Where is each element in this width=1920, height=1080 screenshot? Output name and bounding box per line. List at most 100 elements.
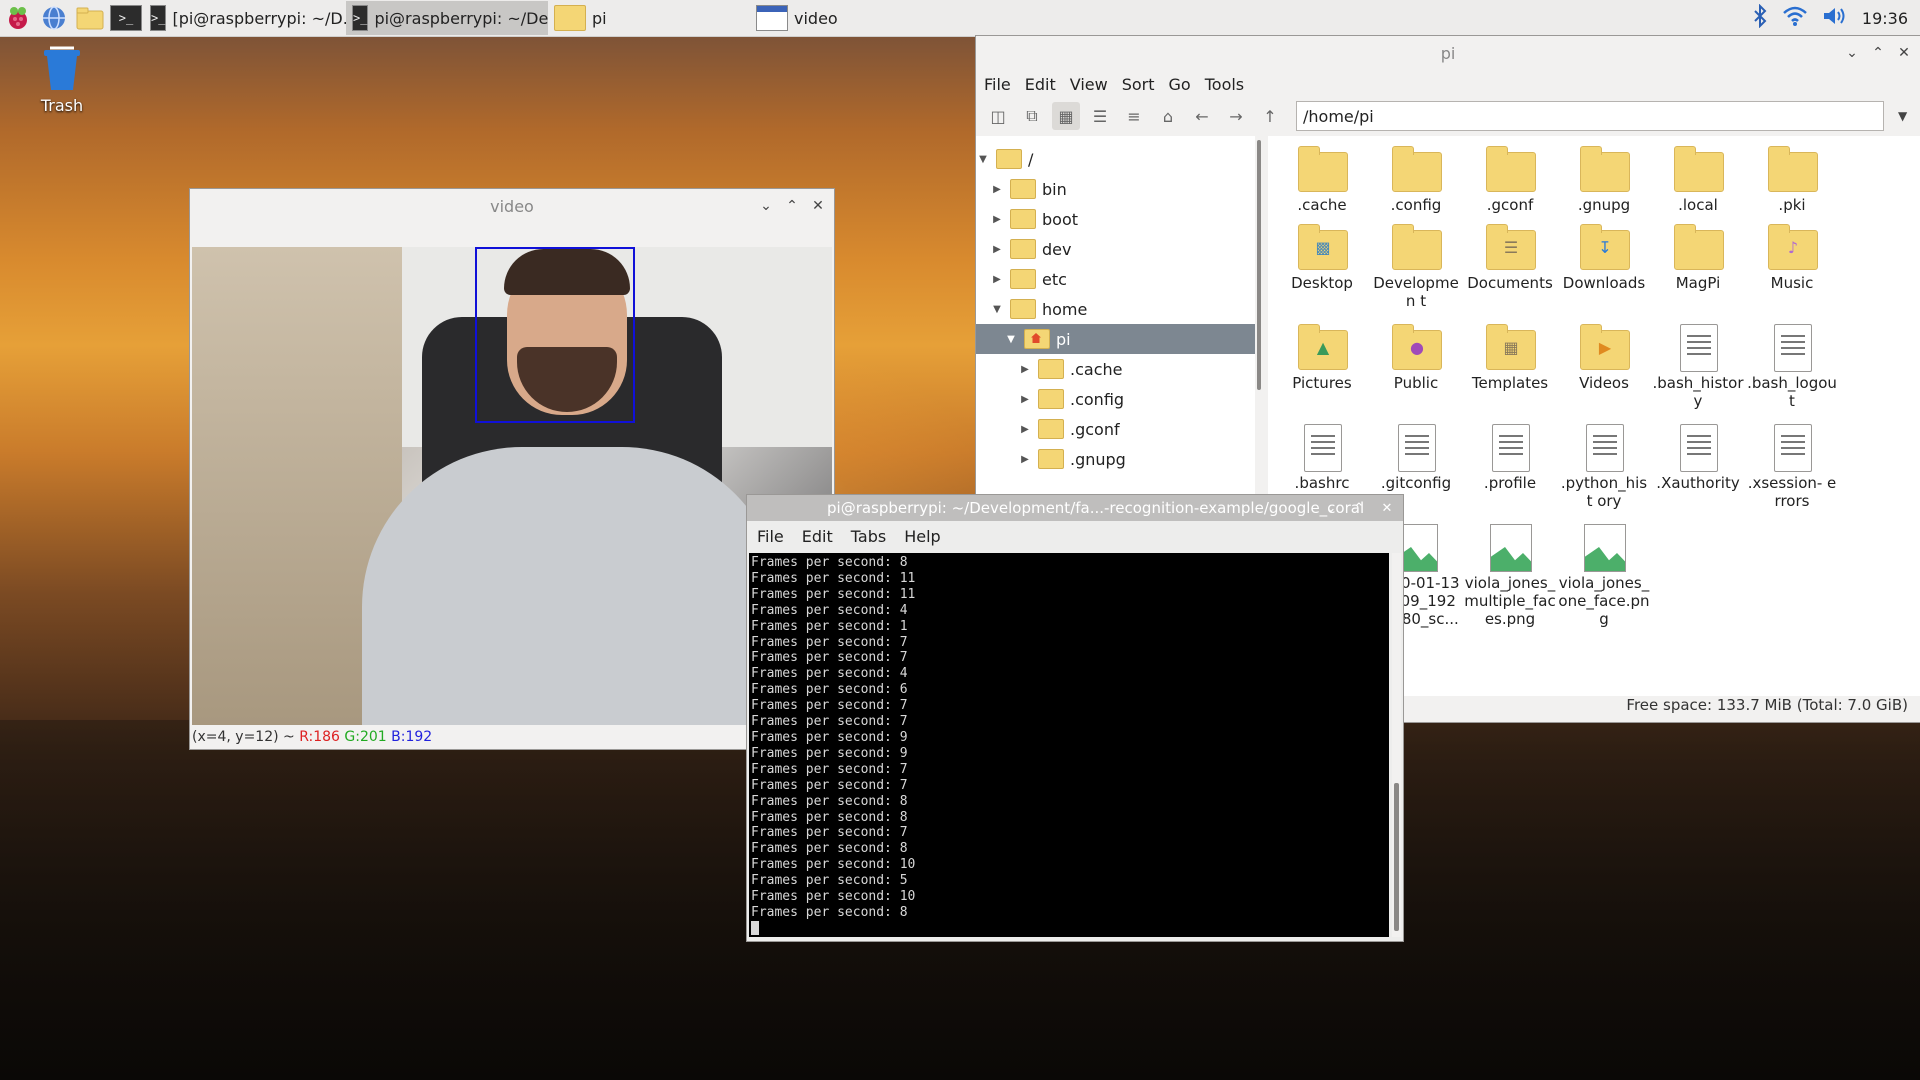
- clock[interactable]: 19:36: [1862, 9, 1908, 28]
- video-titlebar[interactable]: video ⌄ ⌃ ✕: [190, 189, 834, 223]
- menu-edit[interactable]: Edit: [802, 527, 833, 546]
- file-item[interactable]: .gconf: [1464, 146, 1556, 214]
- file-item[interactable]: MagPi: [1652, 224, 1744, 292]
- view-list-icon[interactable]: ≡: [1120, 102, 1148, 130]
- collapsed-icon[interactable]: ▶: [990, 274, 1004, 285]
- file-item[interactable]: ▶ Videos: [1558, 324, 1650, 392]
- file-item[interactable]: ● Public: [1370, 324, 1462, 392]
- menu-tabs[interactable]: Tabs: [851, 527, 886, 546]
- file-item[interactable]: .profile: [1464, 424, 1556, 492]
- menu-file[interactable]: File: [757, 527, 784, 546]
- expanded-icon[interactable]: ▼: [1004, 334, 1018, 345]
- collapsed-icon[interactable]: ▶: [990, 244, 1004, 255]
- minimize-icon[interactable]: ⌄: [1323, 501, 1339, 516]
- file-item[interactable]: viola_jones_ one_face.pn g: [1558, 524, 1650, 628]
- collapsed-icon[interactable]: ▶: [1018, 424, 1032, 435]
- file-item[interactable]: .bash_histor y: [1652, 324, 1744, 410]
- file-item[interactable]: .local: [1652, 146, 1744, 214]
- wifi-icon[interactable]: [1782, 5, 1808, 31]
- tree-item-cache[interactable]: ▶ .cache: [976, 354, 1256, 384]
- file-item[interactable]: .cache: [1276, 146, 1368, 214]
- file-item[interactable]: ☰ Documents: [1464, 224, 1556, 292]
- file-item[interactable]: .bashrc: [1276, 424, 1368, 492]
- terminal-icon[interactable]: >_: [108, 0, 144, 36]
- menu-sort[interactable]: Sort: [1122, 75, 1155, 94]
- volume-icon[interactable]: [1822, 5, 1848, 31]
- menu-go[interactable]: Go: [1169, 75, 1191, 94]
- path-input[interactable]: /home/pi: [1296, 101, 1884, 131]
- tree-item-pi[interactable]: ▼ pi: [976, 324, 1256, 354]
- view-compact-icon[interactable]: ☰: [1086, 102, 1114, 130]
- expanded-icon[interactable]: ▼: [976, 154, 990, 165]
- file-item[interactable]: ▲ Pictures: [1276, 324, 1368, 392]
- menu-tools[interactable]: Tools: [1205, 75, 1244, 94]
- file-item[interactable]: ↧ Downloads: [1558, 224, 1650, 292]
- menu-file[interactable]: File: [984, 75, 1011, 94]
- home-icon[interactable]: ⌂: [1154, 102, 1182, 130]
- scrollbar-thumb[interactable]: [1394, 783, 1399, 931]
- back-icon[interactable]: ←: [1188, 102, 1216, 130]
- file-item[interactable]: .Xauthority: [1652, 424, 1744, 492]
- tree-item-gconf[interactable]: ▶ .gconf: [976, 414, 1256, 444]
- file-item[interactable]: .gitconfig: [1370, 424, 1462, 492]
- tree-item-config[interactable]: ▶ .config: [976, 384, 1256, 414]
- tree-item-home[interactable]: ▼ home: [976, 294, 1256, 324]
- file-item[interactable]: ▩ Desktop: [1276, 224, 1368, 292]
- expanded-icon[interactable]: ▼: [990, 304, 1004, 315]
- tree-item-gnupg[interactable]: ▶ .gnupg: [976, 444, 1256, 474]
- desktop-trash[interactable]: Trash: [30, 44, 94, 115]
- tree-item-root[interactable]: ▼ /: [976, 144, 1256, 174]
- menu-help[interactable]: Help: [904, 527, 940, 546]
- taskbar-item-terminal-2[interactable]: >_ pi@raspberrypi: ~/De...: [346, 1, 548, 35]
- collapsed-icon[interactable]: ▶: [1018, 454, 1032, 465]
- pictures-folder-icon: ▲: [1298, 324, 1348, 370]
- terminal-titlebar[interactable]: pi@raspberrypi: ~/Development/fa...-reco…: [747, 495, 1403, 521]
- file-item[interactable]: ▦ Templates: [1464, 324, 1556, 392]
- menu-view[interactable]: View: [1070, 75, 1108, 94]
- file-item[interactable]: .python_hist ory: [1558, 424, 1650, 510]
- scrollbar-thumb[interactable]: [1257, 140, 1261, 390]
- view-icons-large-icon[interactable]: ⧉: [1018, 102, 1046, 130]
- taskbar-item-video[interactable]: video: [750, 1, 952, 35]
- taskbar-item-terminal-1[interactable]: >_ [pi@raspberrypi: ~/D...: [144, 1, 346, 35]
- chevron-down-icon[interactable]: ▼: [1898, 109, 1907, 123]
- file-item[interactable]: viola_jones_ multiple_fac es.png: [1464, 524, 1556, 628]
- tree-item-boot[interactable]: ▶ boot: [976, 204, 1256, 234]
- file-manager-icon[interactable]: [72, 0, 108, 36]
- maximize-icon[interactable]: ⌃: [784, 198, 800, 214]
- view-icons-icon[interactable]: ▦: [1052, 102, 1080, 130]
- up-icon[interactable]: ↑: [1256, 102, 1284, 130]
- file-manager-titlebar[interactable]: pi ⌄ ⌃ ✕: [976, 36, 1920, 70]
- maximize-icon[interactable]: ⌃: [1870, 45, 1886, 61]
- file-item[interactable]: .bash_logou t: [1746, 324, 1838, 410]
- menu-edit[interactable]: Edit: [1025, 75, 1056, 94]
- close-icon[interactable]: ✕: [1379, 501, 1395, 516]
- sidebar-toggle-icon[interactable]: ◫: [984, 102, 1012, 130]
- file-item[interactable]: Developmen t: [1370, 224, 1462, 310]
- file-item[interactable]: ♪ Music: [1746, 224, 1838, 292]
- tree-scrollbar[interactable]: [1255, 136, 1263, 518]
- file-item[interactable]: .xsession- errors: [1746, 424, 1838, 510]
- bluetooth-icon[interactable]: [1752, 3, 1768, 32]
- tree-item-etc[interactable]: ▶ etc: [976, 264, 1256, 294]
- taskbar-item-file-manager[interactable]: pi: [548, 1, 750, 35]
- file-item[interactable]: .config: [1370, 146, 1462, 214]
- close-icon[interactable]: ✕: [1896, 45, 1912, 61]
- tree-item-dev[interactable]: ▶ dev: [976, 234, 1256, 264]
- forward-icon[interactable]: →: [1222, 102, 1250, 130]
- raspberry-menu-icon[interactable]: [0, 0, 36, 36]
- minimize-icon[interactable]: ⌄: [1844, 45, 1860, 61]
- maximize-icon[interactable]: ⌃: [1351, 501, 1367, 516]
- terminal-scrollbar[interactable]: [1392, 553, 1401, 937]
- file-item[interactable]: .gnupg: [1558, 146, 1650, 214]
- collapsed-icon[interactable]: ▶: [1018, 394, 1032, 405]
- collapsed-icon[interactable]: ▶: [1018, 364, 1032, 375]
- collapsed-icon[interactable]: ▶: [990, 184, 1004, 195]
- collapsed-icon[interactable]: ▶: [990, 214, 1004, 225]
- minimize-icon[interactable]: ⌄: [758, 198, 774, 214]
- web-browser-icon[interactable]: [36, 0, 72, 36]
- file-item[interactable]: .pki: [1746, 146, 1838, 214]
- terminal-output[interactable]: Frames per second: 8 Frames per second: 1…: [749, 553, 1389, 937]
- tree-item-bin[interactable]: ▶ bin: [976, 174, 1256, 204]
- close-icon[interactable]: ✕: [810, 198, 826, 214]
